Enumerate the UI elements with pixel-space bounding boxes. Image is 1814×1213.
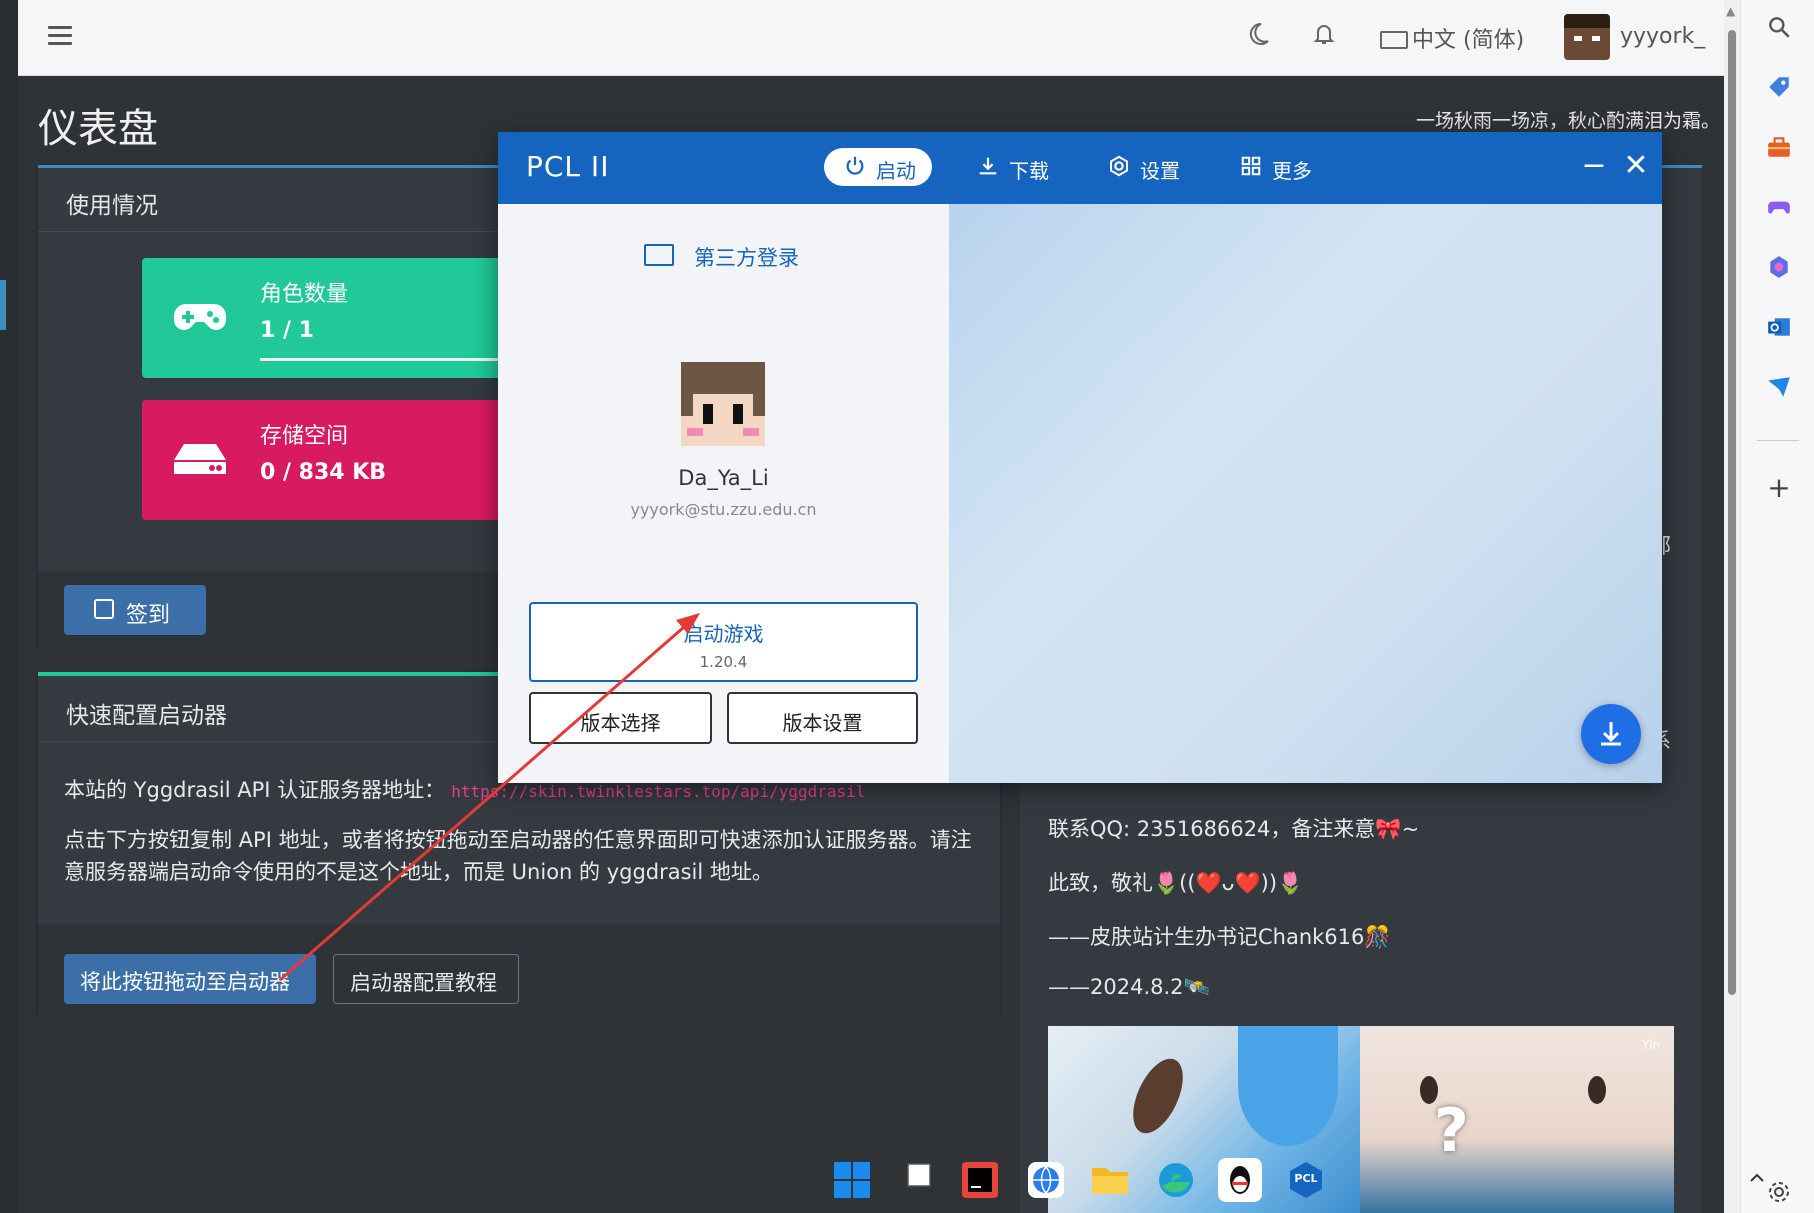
toolbox-icon[interactable] [1763,134,1795,166]
tab-settings-label: 设置 [1140,159,1180,183]
roles-label: 角色数量 [260,282,349,307]
signature-line: ——皮肤站计生办书记Chank616🎊 [1048,925,1391,949]
game-controller-icon[interactable] [1763,194,1795,226]
date-line: ——2024.8.2🛰️ [1048,975,1210,999]
settings-gear-icon[interactable] [1763,1180,1795,1212]
left-edge-strip [0,0,18,1213]
copilot-icon[interactable] [1763,254,1795,286]
windows-start-icon[interactable] [830,1158,874,1202]
gamepad-icon [172,298,228,338]
tab-launch[interactable]: 启动 [824,148,932,186]
player-skin-avatar[interactable] [681,362,765,446]
task-view-icon[interactable] [894,1158,938,1202]
tag-icon[interactable] [1763,74,1795,106]
tab-download[interactable]: 下载 [957,148,1065,186]
pcl-account-pane: 第三方登录 Da_Ya_Li yyyork@stu.zzu.edu.cn 启动游… [498,204,949,783]
motto-text: 一场秋雨一场凉，秋心酌满泪为霜。 [1415,110,1720,132]
edge-icon[interactable] [1154,1158,1198,1202]
launcher-description: 点击下方按钮复制 API 地址，或者将按钮拖动至启动器的任意界面即可快速添加认证… [64,828,972,884]
player-name: Da_Ya_Li [678,466,769,490]
page-scrollbar[interactable]: ▲ [1724,0,1740,1213]
tab-launch-label: 启动 [876,159,916,183]
file-explorer-icon[interactable] [1088,1158,1132,1202]
pcl-taskbar-label: PCL [1294,1172,1318,1185]
pcl-logo: PCL II [526,150,610,183]
roles-value: 1 / 1 [260,318,314,343]
version-select-button[interactable]: 版本选择 [529,692,712,744]
download-arrow-icon [1601,722,1621,746]
pcl-launcher-window: PCL II 启动 下载 设置 更多 − ✕ 第三方登录 Da_Ya_Li yy… [498,132,1662,783]
send-icon[interactable] [1763,374,1795,406]
translate-icon [1380,31,1408,49]
version-settings-button[interactable]: 版本设置 [727,692,918,744]
browser-globe-icon[interactable] [1024,1158,1068,1202]
hard-drive-icon [172,440,228,480]
api-url[interactable]: https://skin.twinklestars.top/api/yggdra… [451,782,865,801]
page-title: 仪表盘 [38,106,158,152]
checkin-label: 签到 [126,603,171,628]
grid-icon [1238,155,1264,179]
pcl-titlebar[interactable]: PCL II 启动 下载 设置 更多 − ✕ [498,132,1662,204]
notification-bell-icon[interactable] [1312,22,1336,52]
tab-more-label: 更多 [1272,159,1312,183]
pcl-taskbar-icon[interactable]: PCL [1284,1158,1328,1202]
id-card-icon [644,244,674,266]
minimize-icon[interactable]: − [1574,146,1614,186]
third-party-login-link[interactable]: 第三方登录 [644,242,799,272]
windows-taskbar: PCL [820,1150,1360,1213]
download-icon [975,155,1001,179]
third-party-login-label: 第三方登录 [694,246,799,270]
api-prefix: 本站的 Yggdrasil API 认证服务器地址： [64,778,446,802]
language-label: 中文 (简体) [1412,28,1525,53]
power-icon [842,155,868,179]
question-mark-glyph: ? [1434,1096,1469,1166]
tab-settings[interactable]: 设置 [1088,148,1196,186]
tab-more[interactable]: 更多 [1220,148,1328,186]
outlook-icon[interactable] [1763,314,1795,346]
top-navbar: 中文 (简体) yyyork_ [18,0,1724,76]
menu-toggle-icon[interactable] [48,26,72,46]
sidebar-active-marker [0,280,6,330]
browser-sidebar: + [1740,0,1814,1213]
drag-to-launcher-button[interactable]: 将此按钮拖动至启动器 [64,954,316,1004]
search-icon[interactable] [1763,14,1795,46]
intellij-icon[interactable] [958,1158,1002,1202]
add-icon[interactable]: + [1763,472,1795,504]
scrollbar-thumb[interactable] [1728,30,1736,995]
tab-download-label: 下载 [1009,159,1049,183]
close-icon[interactable]: ✕ [1616,146,1656,186]
storage-value: 0 / 834 KB [260,460,387,485]
username-label[interactable]: yyyork_ [1620,24,1705,49]
photo-watermark: Yin [1642,1038,1660,1052]
launch-game-label: 启动游戏 [683,622,764,646]
download-fab-button[interactable] [1581,704,1641,764]
launcher-tutorial-button[interactable]: 启动器配置教程 [333,954,519,1004]
qq-icon[interactable] [1218,1158,1262,1202]
announcement-photo-2: ? Yin [1360,1026,1674,1213]
contact-qq-line: 联系QQ: 2351686624，备注来意🎀~ [1048,817,1420,841]
launch-version-label: 1.20.4 [699,653,748,671]
sidebar-divider [1757,440,1799,441]
player-email: yyyork@stu.zzu.edu.cn [630,500,817,519]
calendar-check-icon [94,599,114,619]
regards-line: 此致，敬礼🌷((❤️ᴗ❤️))🌷 [1048,871,1304,895]
user-avatar[interactable] [1564,14,1610,60]
settings-icon [1106,155,1132,179]
dark-mode-moon-icon[interactable] [1246,22,1270,52]
storage-label: 存储空间 [260,424,349,449]
checkin-button[interactable]: 签到 [64,585,206,635]
pcl-background-pane [949,204,1662,783]
language-selector[interactable]: 中文 (简体) [1380,22,1524,54]
launch-game-button[interactable]: 启动游戏 1.20.4 [529,602,918,682]
